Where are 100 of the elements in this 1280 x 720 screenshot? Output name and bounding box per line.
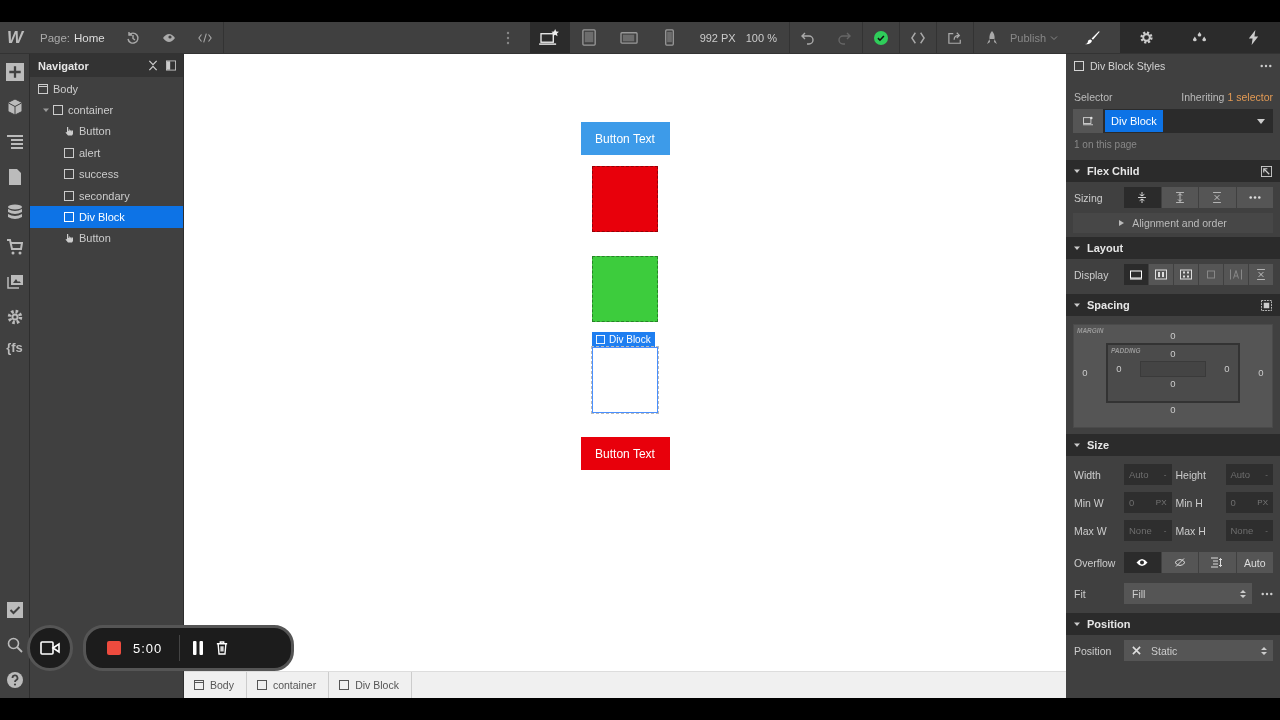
navigator-item[interactable]: Div Block <box>30 206 183 228</box>
display-option[interactable] <box>1124 264 1148 285</box>
caret-icon[interactable] <box>1074 302 1080 308</box>
section-title[interactable]: Flex Child <box>1087 165 1140 177</box>
recording-timer: 5:00 <box>133 640 164 656</box>
device-button[interactable] <box>529 22 570 53</box>
caret-icon[interactable] <box>1074 442 1080 448</box>
chevron-icon <box>1050 34 1058 41</box>
images-icon[interactable] <box>6 273 23 290</box>
canvas-width: 992 PX <box>699 31 736 44</box>
caret-icon[interactable] <box>1074 245 1080 251</box>
triangle-icon <box>1119 220 1125 226</box>
brush-icon <box>1085 30 1101 45</box>
caret-icon <box>43 107 49 114</box>
sizing-option[interactable] <box>1124 187 1161 208</box>
size-field[interactable]: Auto - <box>1124 464 1172 485</box>
padding-value[interactable]: 0 <box>1170 347 1176 361</box>
panel-tab[interactable] <box>1226 22 1280 53</box>
navigator-item[interactable]: alert <box>30 142 183 164</box>
alignment-button[interactable]: Alignment and order <box>1073 213 1273 233</box>
padding-value[interactable]: 0 <box>1108 362 1130 376</box>
overflow-option[interactable]: Auto <box>1236 552 1273 573</box>
size-field[interactable]: None - <box>1124 520 1172 541</box>
finsweet-label[interactable]: {fs <box>6 340 23 355</box>
close-icon <box>1132 646 1141 655</box>
sizing-option[interactable] <box>1199 187 1236 208</box>
caret-icon[interactable] <box>1074 621 1080 627</box>
inline-block-icon <box>1205 269 1217 280</box>
square-icon <box>64 190 74 201</box>
element-icon <box>1083 116 1093 126</box>
navigator-item[interactable]: Body <box>30 78 183 100</box>
margin-value[interactable]: 0 <box>1250 366 1272 380</box>
collapse-icon[interactable] <box>148 60 158 71</box>
cube-icon[interactable] <box>6 98 23 115</box>
sizing-option[interactable] <box>1236 187 1273 208</box>
more-icon[interactable] <box>1261 591 1273 596</box>
fit-select[interactable]: Fill <box>1124 583 1252 604</box>
grid-icon <box>1180 269 1192 280</box>
list-icon[interactable] <box>6 133 23 150</box>
field-label: Overflow <box>1074 556 1117 569</box>
padding-value[interactable]: 0 <box>1170 377 1176 391</box>
pause-icon[interactable] <box>192 641 204 655</box>
undo-icon[interactable] <box>800 30 815 45</box>
database-icon[interactable] <box>6 203 23 220</box>
section-title[interactable]: Size <box>1087 439 1109 451</box>
navigator-item[interactable]: secondary <box>30 184 183 207</box>
field-label: Fit <box>1074 587 1087 600</box>
navigator-item[interactable]: success <box>30 163 183 185</box>
logo[interactable]: W <box>0 27 30 48</box>
padding-value[interactable]: 0 <box>1216 362 1238 376</box>
margin-value[interactable]: 0 <box>1074 366 1096 380</box>
export-icon[interactable] <box>947 30 962 45</box>
help-icon[interactable] <box>6 672 23 688</box>
navigator-item[interactable]: Button <box>30 120 183 143</box>
canvas-button[interactable]: Button Text <box>580 122 670 155</box>
page-icon <box>194 680 204 690</box>
field-label: Min W <box>1074 496 1105 509</box>
section-title[interactable]: Position <box>1087 618 1131 630</box>
video-camera-icon <box>40 641 60 655</box>
panel-tab[interactable] <box>1119 22 1173 53</box>
caret-icon[interactable] <box>1074 168 1080 174</box>
arrow-icon[interactable] <box>1261 165 1272 177</box>
more-icon[interactable] <box>1260 64 1272 68</box>
overflow-option[interactable] <box>1124 552 1161 573</box>
div-block[interactable] <box>592 347 658 413</box>
navigator-item[interactable]: Button <box>30 227 183 250</box>
page-name[interactable]: Home <box>74 31 105 44</box>
square-icon <box>1074 61 1084 71</box>
square-icon <box>64 169 74 180</box>
selector-tag[interactable]: Div Block <box>1105 110 1163 132</box>
sizing-option[interactable] <box>1161 187 1198 208</box>
inheriting-link[interactable]: 1 selector <box>1227 91 1273 103</box>
position-select[interactable]: Static <box>1124 640 1273 661</box>
hand-icon <box>64 233 74 244</box>
selector-field[interactable]: Div Block <box>1073 109 1273 133</box>
selection-label: Div Block <box>592 332 655 347</box>
page-icon[interactable] <box>6 168 23 185</box>
square-icon <box>596 335 605 344</box>
margin-value[interactable]: 0 <box>1170 403 1176 417</box>
add-button[interactable] <box>5 63 24 81</box>
dropdown-icon[interactable] <box>1257 118 1265 124</box>
section-title[interactable]: Layout <box>1087 242 1124 254</box>
more-icon[interactable] <box>505 30 510 45</box>
canvas-button[interactable]: Button Text <box>580 437 670 470</box>
page-icon <box>38 83 48 94</box>
margin-value[interactable]: 0 <box>1170 329 1176 343</box>
history-icon[interactable] <box>125 30 140 45</box>
dock-icon[interactable] <box>166 60 176 71</box>
navigator-item[interactable]: container <box>30 99 183 121</box>
settings-icon[interactable] <box>6 308 23 325</box>
cart-icon[interactable] <box>6 238 23 255</box>
spacing-icon[interactable] <box>1261 299 1272 311</box>
brackets-icon[interactable] <box>910 30 925 45</box>
check-icon[interactable] <box>873 30 888 45</box>
shrink-icon <box>1136 192 1149 203</box>
trash-icon[interactable] <box>216 641 228 655</box>
publish-button[interactable]: Publish <box>973 30 1066 45</box>
checkbox-icon[interactable] <box>6 602 23 618</box>
section-title[interactable]: Spacing <box>1087 299 1130 311</box>
search-icon[interactable] <box>6 637 23 653</box>
